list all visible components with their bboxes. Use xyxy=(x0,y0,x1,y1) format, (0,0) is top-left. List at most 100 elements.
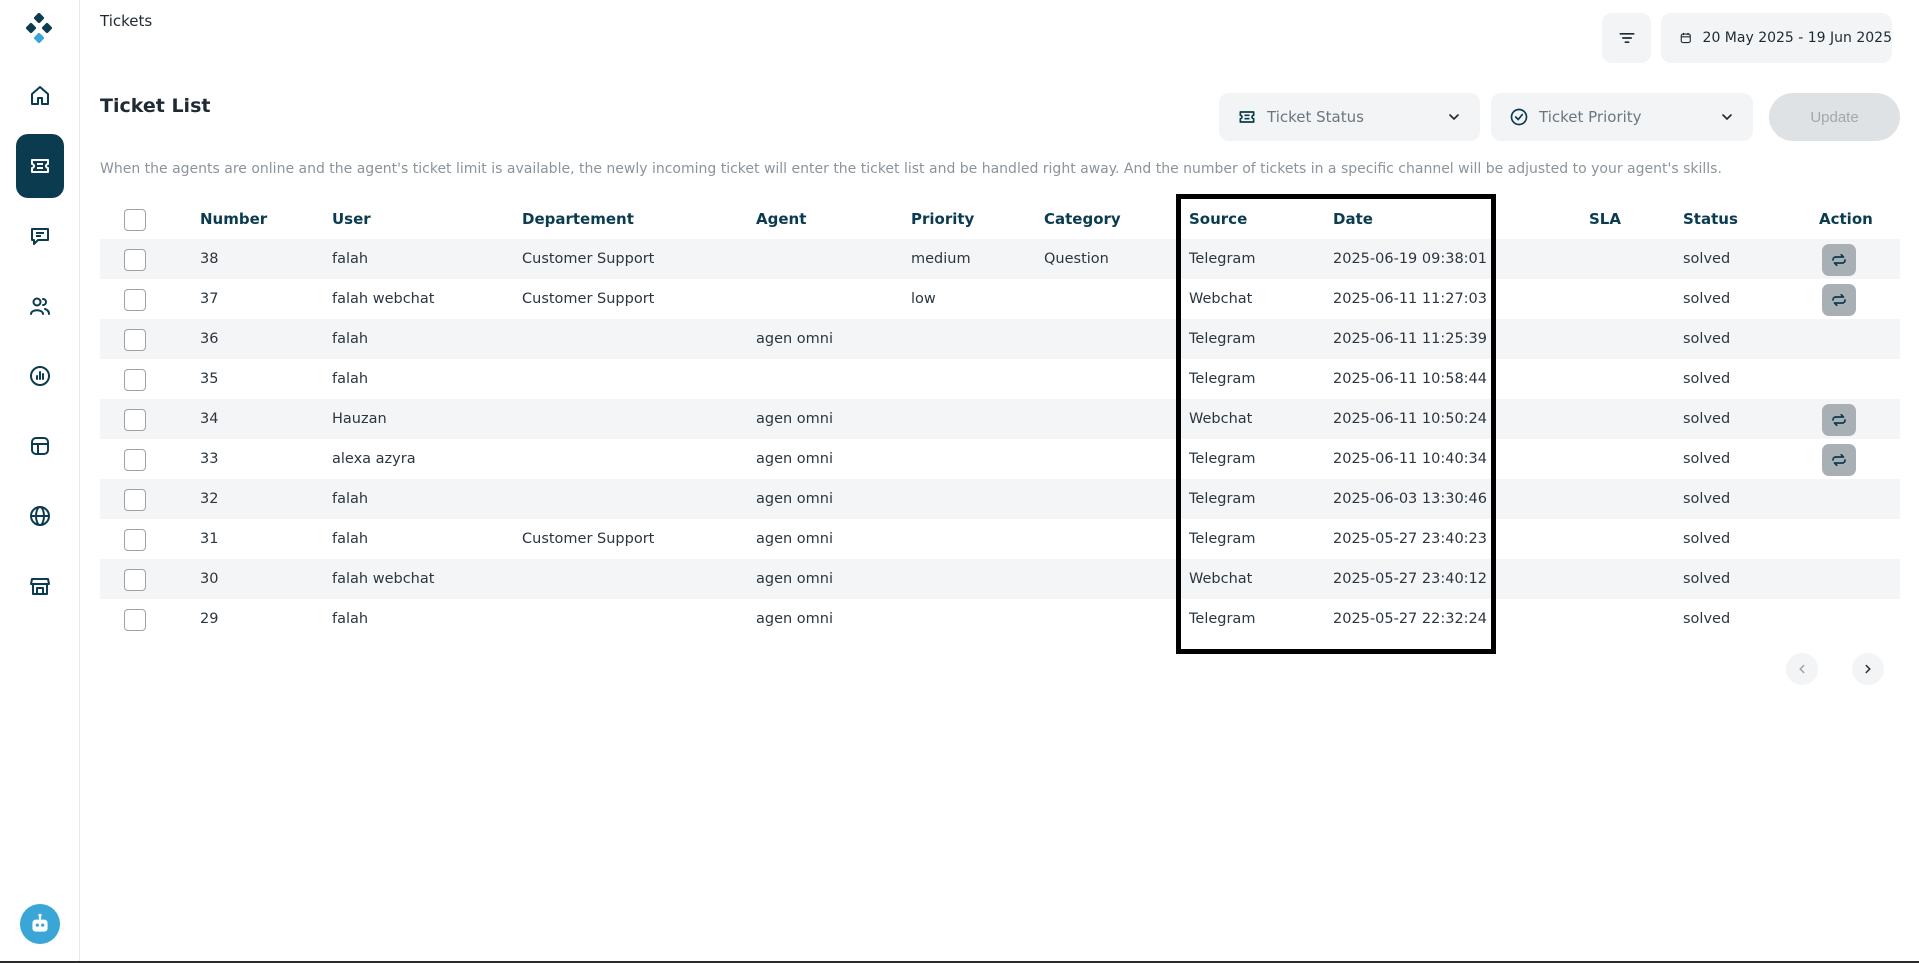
brand-logo-icon[interactable] xyxy=(24,12,56,44)
row-checkbox[interactable] xyxy=(124,249,146,271)
sidebar-item-store[interactable] xyxy=(17,563,63,609)
row-checkbox[interactable] xyxy=(124,609,146,631)
cell-priority: low xyxy=(911,291,936,307)
cell-date: 2025-06-11 11:27:03 xyxy=(1333,291,1487,307)
info-text: When the agents are online and the agent… xyxy=(100,161,1722,177)
row-checkbox[interactable] xyxy=(124,369,146,391)
select-all-checkbox[interactable] xyxy=(124,209,146,231)
reassign-icon xyxy=(1832,453,1846,467)
column-header-priority[interactable]: Priority xyxy=(911,199,974,239)
row-checkbox[interactable] xyxy=(124,489,146,511)
ticket-status-select[interactable]: Ticket Status xyxy=(1219,93,1480,141)
cell-user: falah webchat xyxy=(332,291,435,307)
cell-date: 2025-06-03 13:30:46 xyxy=(1333,491,1487,507)
filter-button[interactable] xyxy=(1602,13,1651,63)
table-row[interactable]: 29 falah agen omni Telegram 2025-05-27 22:32… xyxy=(100,599,1900,639)
sidebar-item-web[interactable] xyxy=(17,493,63,539)
sidebar-item-tickets[interactable] xyxy=(16,134,64,198)
row-checkbox[interactable] xyxy=(124,449,146,471)
cell-status: solved xyxy=(1683,571,1731,587)
cell-status: solved xyxy=(1683,371,1731,387)
sidebar xyxy=(0,0,80,963)
cell-number: 31 xyxy=(200,531,219,547)
table-row[interactable]: 38 falah Customer Support medium Question Tel… xyxy=(100,239,1900,279)
cell-source: Telegram xyxy=(1189,611,1256,627)
calendar-icon xyxy=(1680,32,1691,44)
column-header-number[interactable]: Number xyxy=(200,199,267,239)
table-row[interactable]: 37 falah webchat Customer Support low Webcha… xyxy=(100,279,1900,319)
cell-number: 34 xyxy=(200,411,219,427)
report-icon xyxy=(30,366,50,386)
cell-source: Webchat xyxy=(1189,411,1253,427)
cell-source: Webchat xyxy=(1189,291,1253,307)
date-range-label: 20 May 2025 - 19 Jun 2025 xyxy=(1702,30,1892,46)
column-header-date[interactable]: Date xyxy=(1333,199,1373,239)
cell-category: Question xyxy=(1044,251,1109,267)
ticket-table: Number User Departement Agent Priority C… xyxy=(100,199,1900,639)
column-header-category[interactable]: Category xyxy=(1044,199,1121,239)
reassign-button[interactable] xyxy=(1822,404,1856,436)
chevron-down-icon xyxy=(1722,114,1732,121)
table-row[interactable]: 31 falah Customer Support agen omni Telegram… xyxy=(100,519,1900,559)
cell-user: falah xyxy=(332,491,369,507)
bot-avatar[interactable] xyxy=(20,904,60,944)
table-row[interactable]: 34 Hauzan agen omni Webchat 2025-06-11 10:50… xyxy=(100,399,1900,439)
cell-department: Customer Support xyxy=(522,251,655,267)
pagination-prev-button[interactable] xyxy=(1786,653,1818,685)
row-checkbox[interactable] xyxy=(124,569,146,591)
pagination-next-button[interactable] xyxy=(1852,653,1884,685)
ticket-icon xyxy=(31,159,49,173)
page-title: Tickets xyxy=(100,12,153,30)
reassign-button[interactable] xyxy=(1822,244,1856,276)
cell-number: 35 xyxy=(200,371,219,387)
update-button[interactable]: Update xyxy=(1769,93,1900,141)
ticket-priority-select[interactable]: Ticket Priority xyxy=(1491,93,1753,141)
cell-source: Telegram xyxy=(1189,531,1256,547)
row-checkbox[interactable] xyxy=(124,409,146,431)
table-row[interactable]: 32 falah agen omni Telegram 2025-06-03 13:30… xyxy=(100,479,1900,519)
store-icon xyxy=(30,578,50,595)
cell-user: alexa azyra xyxy=(332,451,416,467)
column-header-sla[interactable]: SLA xyxy=(1589,199,1621,239)
column-header-source[interactable]: Source xyxy=(1189,199,1247,239)
cell-source: Telegram xyxy=(1189,251,1256,267)
sidebar-item-chat[interactable] xyxy=(17,213,63,259)
date-range-picker[interactable]: 20 May 2025 - 19 Jun 2025 xyxy=(1661,13,1892,63)
table-row[interactable]: 36 falah agen omni Telegram 2025-06-11 11:25… xyxy=(100,319,1900,359)
globe-icon xyxy=(30,506,50,526)
cell-agent: agen omni xyxy=(756,451,834,467)
sidebar-item-templates[interactable] xyxy=(17,423,63,469)
row-checkbox[interactable] xyxy=(124,529,146,551)
column-header-status[interactable]: Status xyxy=(1683,199,1738,239)
cell-user: falah xyxy=(332,371,369,387)
row-checkbox[interactable] xyxy=(124,289,146,311)
cell-source: Telegram xyxy=(1189,491,1256,507)
cell-date: 2025-06-19 09:38:01 xyxy=(1333,251,1487,267)
column-header-agent[interactable]: Agent xyxy=(756,199,806,239)
cell-status: solved xyxy=(1683,611,1731,627)
reassign-button[interactable] xyxy=(1822,284,1856,316)
reassign-button[interactable] xyxy=(1822,444,1856,476)
section-title: Ticket List xyxy=(100,95,211,117)
table-header: Number User Departement Agent Priority C… xyxy=(100,199,1900,239)
cell-user: Hauzan xyxy=(332,411,387,427)
cell-date: 2025-06-11 10:50:24 xyxy=(1333,411,1487,427)
cell-user: falah webchat xyxy=(332,571,435,587)
row-checkbox[interactable] xyxy=(124,329,146,351)
chevron-right-icon xyxy=(1865,664,1871,674)
table-row[interactable]: 33 alexa azyra agen omni Telegram 2025-06-11… xyxy=(100,439,1900,479)
cell-number: 32 xyxy=(200,491,219,507)
cell-status: solved xyxy=(1683,251,1731,267)
sidebar-item-home[interactable] xyxy=(17,73,63,119)
cell-department: Customer Support xyxy=(522,531,655,547)
cell-agent: agen omni xyxy=(756,411,834,427)
table-row[interactable]: 35 falah Telegram 2025-06-11 10:58:44 solved xyxy=(100,359,1900,399)
ticket-icon xyxy=(1239,111,1255,123)
sidebar-item-users[interactable] xyxy=(17,283,63,329)
column-header-user[interactable]: User xyxy=(332,199,371,239)
table-row[interactable]: 30 falah webchat agen omni Webchat 2025-05-2… xyxy=(100,559,1900,599)
column-header-department[interactable]: Departement xyxy=(522,199,634,239)
cell-date: 2025-05-27 22:32:24 xyxy=(1333,611,1487,627)
cell-agent: agen omni xyxy=(756,331,834,347)
sidebar-item-reports[interactable] xyxy=(17,353,63,399)
